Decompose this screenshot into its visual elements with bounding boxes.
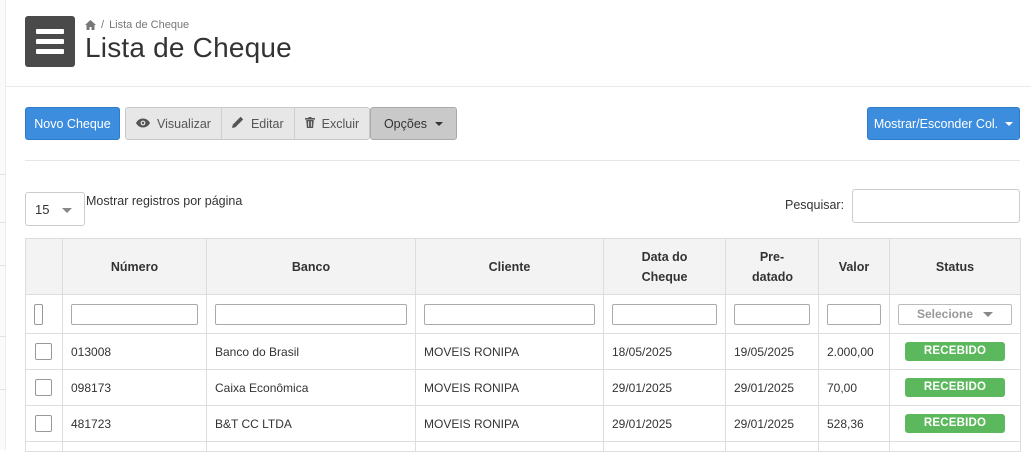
cell-banco: Banco do Brasil — [206, 333, 416, 370]
cell-predatado: 19/05/2025 — [725, 333, 819, 370]
cell-predatado: 29/01/2025 — [725, 405, 819, 442]
cell-numero: 481723 — [62, 405, 207, 442]
cell-data: 18/05/2025 — [603, 333, 726, 370]
page-length-label: Mostrar registros por página — [86, 194, 243, 208]
filter-data-input[interactable] — [612, 303, 717, 325]
table-row[interactable]: 013008 Banco do Brasil MOVEIS RONIPA 18/… — [25, 333, 1021, 370]
column-header-predatado-label: Pre-datado — [752, 249, 793, 284]
pencil-icon — [231, 116, 244, 131]
caret-down-icon — [435, 121, 444, 126]
filter-cell — [415, 294, 604, 334]
row-select-cell — [25, 333, 63, 370]
delete-button[interactable]: Excluir — [295, 108, 370, 139]
status-badge: RECEBIDO — [905, 378, 1005, 397]
table-row[interactable]: 098173 Caixa Econômica MOVEIS RONIPA 29/… — [25, 369, 1021, 406]
view-button[interactable]: Visualizar — [126, 108, 222, 139]
cell-banco: Caixa Econômica — [206, 369, 416, 406]
breadcrumb-separator: / — [101, 19, 105, 31]
cell-status: RECEBIDO — [889, 369, 1021, 406]
filter-cell — [818, 294, 890, 334]
breadcrumb: / Lista de Cheque — [85, 19, 189, 31]
home-icon[interactable] — [85, 20, 96, 30]
filter-valor-input[interactable] — [827, 303, 881, 325]
page-length-value: 15 — [35, 201, 50, 217]
filter-status-select[interactable]: Selecione — [898, 303, 1012, 325]
table-row[interactable]: 481723 B&T CC LTDA MOVEIS RONIPA 29/01/2… — [25, 405, 1021, 442]
cell-data: 29/01/2025 — [603, 405, 726, 442]
options-dropdown-button[interactable]: Opções — [370, 107, 457, 140]
page-title: Lista de Cheque — [85, 32, 292, 63]
breadcrumb-current: Lista de Cheque — [109, 19, 190, 31]
cell-numero: 098173 — [62, 369, 207, 406]
column-header-numero[interactable]: Número — [62, 238, 207, 295]
row-checkbox[interactable] — [35, 343, 52, 360]
record-actions-group: Visualizar Editar Excluir — [125, 107, 371, 140]
menu-icon-bar — [36, 49, 64, 54]
status-badge: RECEBIDO — [905, 342, 1005, 361]
row-checkbox[interactable] — [35, 415, 52, 432]
cell-valor: 528,36 — [818, 405, 890, 442]
eye-icon — [136, 117, 150, 131]
cell-valor: 2.000,00 — [818, 333, 890, 370]
page-header: / Lista de Cheque Lista de Cheque — [6, 0, 1031, 87]
filter-predatado-input[interactable] — [734, 303, 810, 325]
cell-data: 29/01/2025 — [603, 369, 726, 406]
column-header-valor[interactable]: Valor — [818, 238, 890, 295]
filter-numero-input[interactable] — [71, 303, 198, 325]
column-header-cliente[interactable]: Cliente — [415, 238, 604, 295]
menu-toggle-button[interactable] — [25, 16, 75, 67]
filter-cell — [62, 294, 207, 334]
cell-numero: 013008 — [62, 333, 207, 370]
search-label: Pesquisar: — [785, 198, 845, 212]
options-label: Opções — [383, 116, 428, 131]
filter-checkbox[interactable] — [34, 303, 43, 325]
search-input[interactable] — [852, 189, 1020, 223]
filter-banco-input[interactable] — [215, 303, 407, 325]
edit-button[interactable]: Editar — [222, 108, 295, 139]
row-select-cell — [25, 405, 63, 442]
cell-status: RECEBIDO — [889, 405, 1021, 442]
column-header-banco[interactable]: Banco — [206, 238, 416, 295]
status-badge: RECEBIDO — [905, 414, 1005, 433]
table-row-partial — [25, 441, 1021, 452]
toolbar-divider — [25, 160, 1020, 161]
caret-down-icon — [983, 311, 994, 317]
column-header-status[interactable]: Status — [889, 238, 1021, 295]
edit-label: Editar — [250, 116, 284, 131]
filter-cell — [25, 294, 63, 334]
new-cheque-label: Novo Cheque — [34, 116, 111, 131]
cell-predatado: 29/01/2025 — [725, 369, 819, 406]
filter-cell — [603, 294, 726, 334]
toggle-columns-label: Mostrar/Esconder Col. — [873, 116, 999, 131]
cell-cliente: MOVEIS RONIPA — [415, 405, 604, 442]
caret-down-icon — [62, 208, 72, 213]
filter-cell: Selecione — [889, 294, 1021, 334]
column-header-data[interactable]: Data do Cheque — [603, 238, 726, 295]
page-length-select[interactable]: 15 — [25, 192, 85, 226]
select-all-header — [25, 238, 63, 295]
trash-icon — [304, 116, 315, 131]
row-select-cell — [25, 369, 63, 406]
cheque-table: Número Banco Cliente Data do Cheque Pre-… — [25, 238, 1021, 452]
cell-cliente: MOVEIS RONIPA — [415, 369, 604, 406]
toggle-columns-button[interactable]: Mostrar/Esconder Col. — [867, 107, 1020, 140]
cell-cliente: MOVEIS RONIPA — [415, 333, 604, 370]
filter-status-value: Selecione — [916, 307, 974, 321]
filter-cliente-input[interactable] — [424, 303, 595, 325]
menu-icon-bar — [36, 39, 64, 44]
delete-label: Excluir — [321, 116, 360, 131]
cell-valor: 70,00 — [818, 369, 890, 406]
column-header-data-label: Data do Cheque — [641, 249, 688, 284]
filter-cell — [725, 294, 819, 334]
column-header-predatado[interactable]: Pre-datado — [725, 238, 819, 295]
new-cheque-button[interactable]: Novo Cheque — [25, 107, 120, 140]
view-label: Visualizar — [157, 116, 211, 131]
menu-icon-bar — [36, 29, 64, 34]
row-checkbox[interactable] — [35, 379, 52, 396]
cell-status: RECEBIDO — [889, 333, 1021, 370]
filter-cell — [206, 294, 416, 334]
caret-down-icon — [1005, 121, 1014, 126]
cell-banco: B&T CC LTDA — [206, 405, 416, 442]
